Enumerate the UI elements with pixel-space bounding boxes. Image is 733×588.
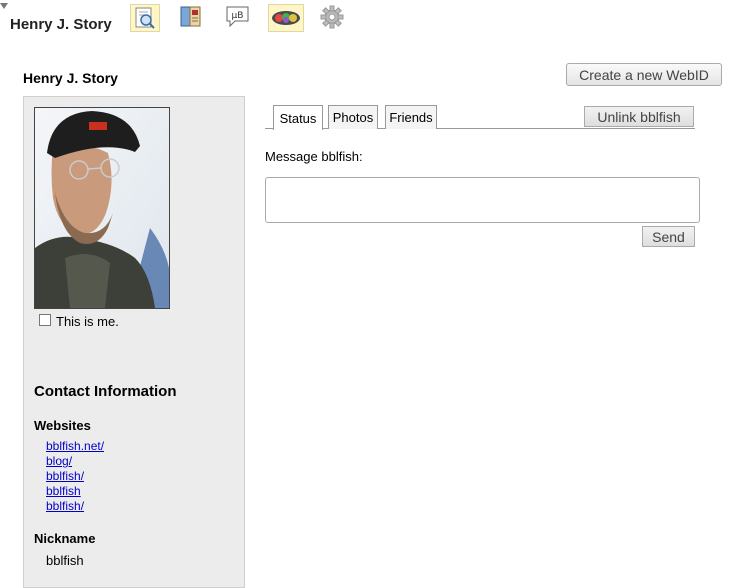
website-link[interactable]: blog/ (46, 454, 104, 469)
app-title: Henry J. Story (10, 16, 112, 33)
unlink-button[interactable]: Unlink bblfish (584, 106, 694, 127)
microblog-icon[interactable]: µB (224, 4, 252, 30)
message-label: Message bblfish: (265, 149, 363, 164)
create-webid-button[interactable]: Create a new WebID (566, 63, 722, 86)
svg-text:µB: µB (232, 11, 244, 21)
this-is-me-checkbox[interactable]: This is me. (39, 313, 119, 329)
contact-information-heading: Contact Information (34, 383, 177, 400)
websites-list: bblfish.net/ blog/ bblfish/ bblfish bblf… (46, 439, 104, 514)
checkbox-icon[interactable] (39, 313, 51, 326)
profile-name: Henry J. Story (23, 70, 118, 86)
nickname-heading: Nickname (34, 531, 96, 546)
tab-friends[interactable]: Friends (385, 105, 437, 129)
tab-photos[interactable]: Photos (328, 105, 378, 129)
website-link[interactable]: bblfish.net/ (46, 439, 104, 454)
message-input[interactable] (265, 177, 700, 223)
website-link[interactable]: bblfish (46, 484, 104, 499)
gear-icon[interactable] (319, 4, 347, 30)
tab-status[interactable]: Status (273, 105, 323, 130)
search-document-icon[interactable] (130, 4, 160, 32)
nickname-value: bblfish (46, 553, 84, 568)
website-link[interactable]: bblfish/ (46, 499, 104, 514)
profile-photo (34, 107, 170, 309)
collapse-triangle-icon[interactable] (0, 3, 8, 9)
send-button[interactable]: Send (642, 226, 695, 247)
website-link[interactable]: bblfish/ (46, 469, 104, 484)
address-book-icon[interactable] (177, 4, 205, 30)
websites-heading: Websites (34, 418, 91, 433)
people-groups-icon[interactable] (268, 4, 304, 32)
this-is-me-label: This is me. (56, 314, 119, 329)
